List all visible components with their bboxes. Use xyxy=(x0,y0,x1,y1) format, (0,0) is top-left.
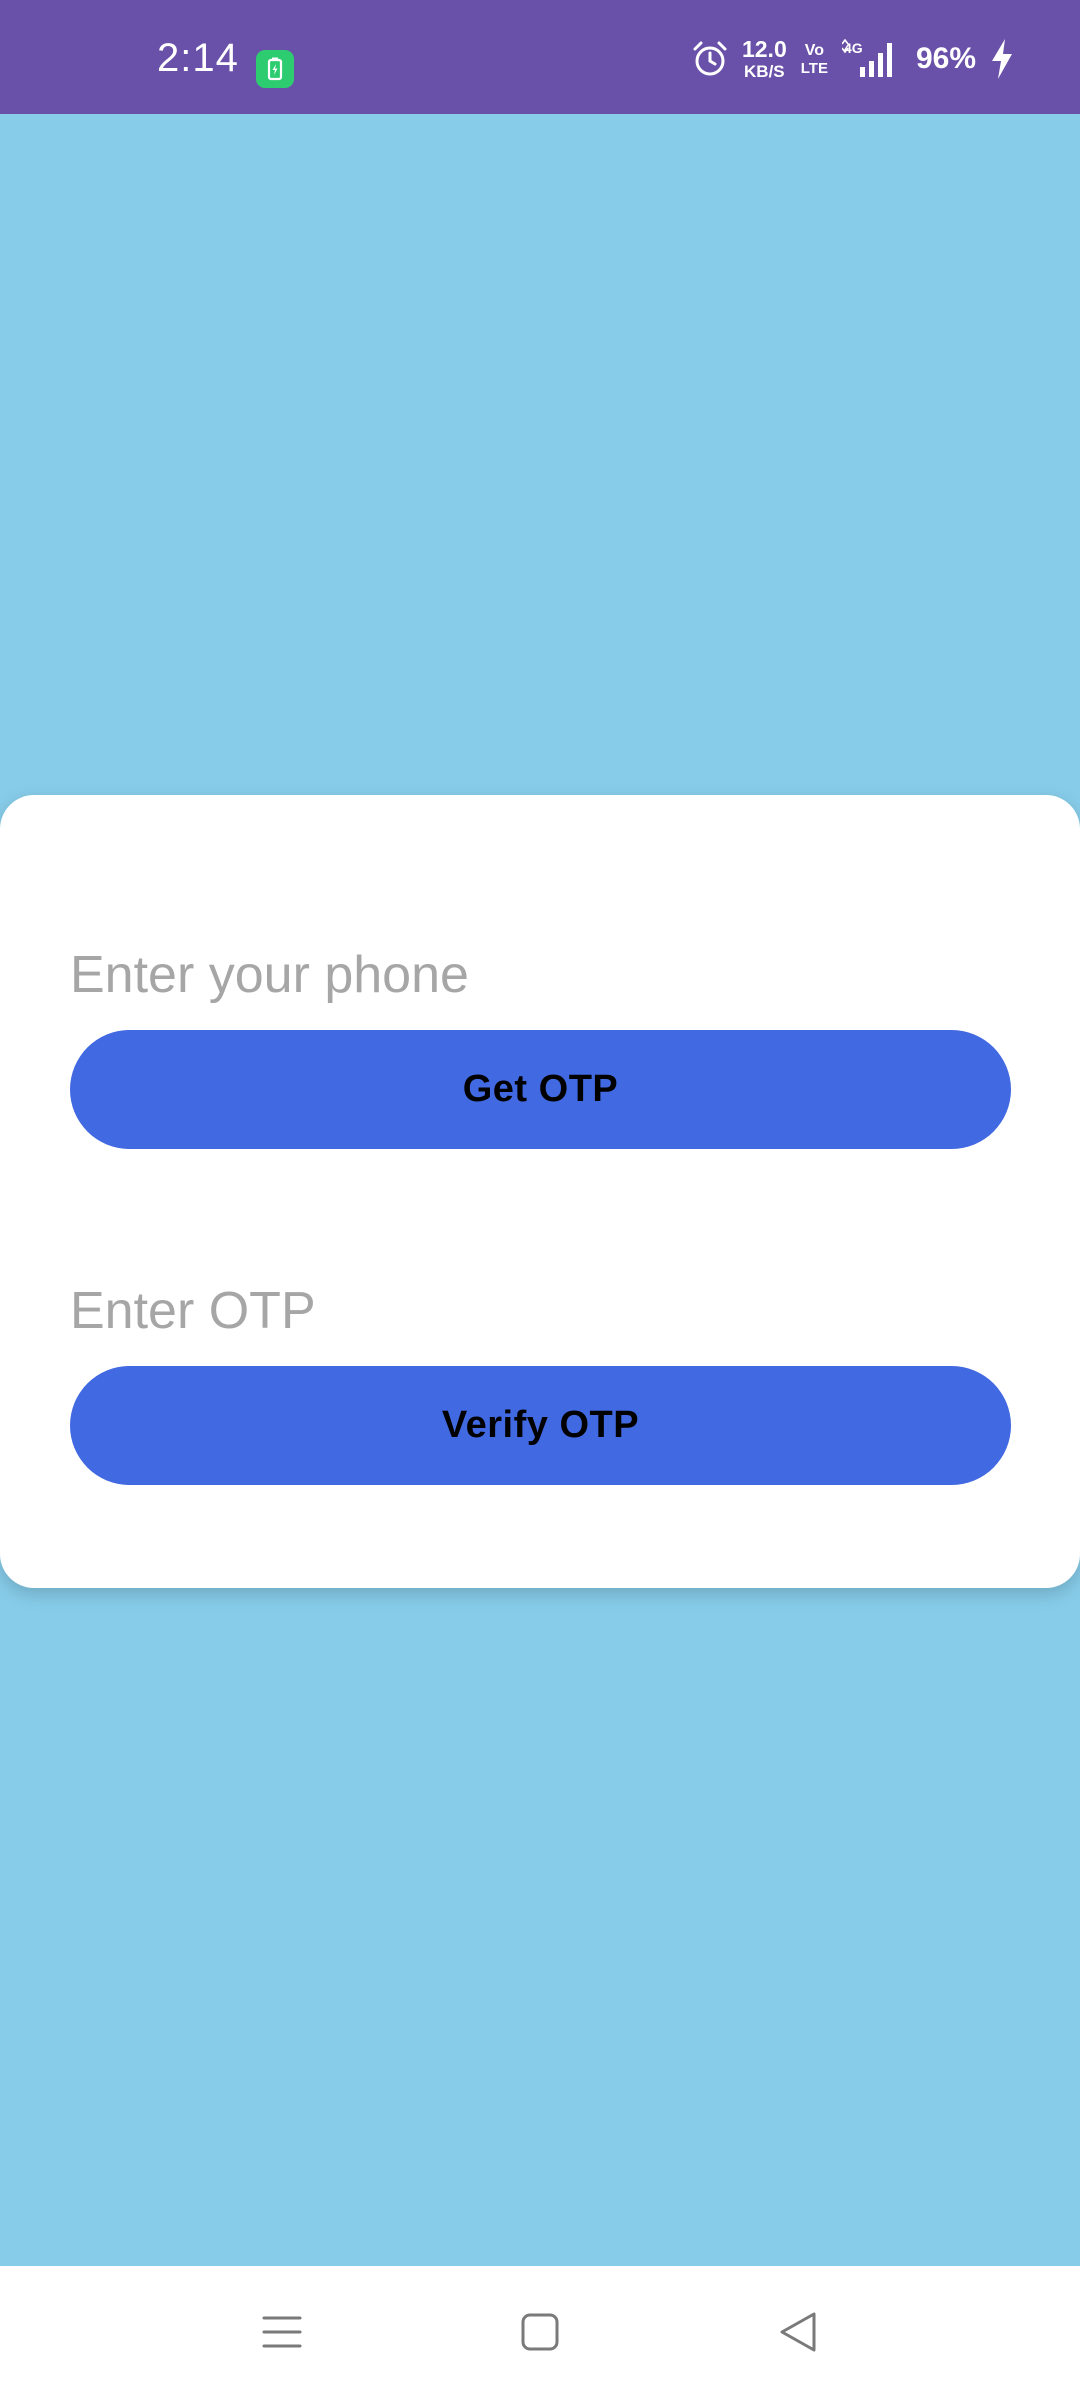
back-button[interactable] xyxy=(758,2296,838,2368)
status-icons: 12.0 KB/S Vo LTE 4G 96% xyxy=(692,34,1014,84)
navigation-bar xyxy=(0,2266,1080,2400)
phone-field[interactable] xyxy=(70,925,1010,1025)
network-speed-value: 12.0 xyxy=(741,36,787,62)
charging-bolt-icon xyxy=(992,39,1012,79)
menu-icon xyxy=(262,2316,302,2348)
home-button[interactable] xyxy=(500,2296,580,2368)
network-speed: 12.0 KB/S xyxy=(741,36,787,81)
volte-bottom: LTE xyxy=(800,59,828,77)
alarm-icon xyxy=(693,41,727,76)
home-icon xyxy=(521,2313,559,2351)
verify-otp-button[interactable]: Verify OTP xyxy=(70,1366,1011,1485)
volte-top: Vo xyxy=(804,41,824,59)
back-icon xyxy=(780,2312,816,2352)
volte-indicator: Vo LTE xyxy=(800,41,828,77)
otp-input[interactable] xyxy=(70,1281,1010,1341)
menu-button[interactable] xyxy=(242,2296,322,2368)
battery-saver-icon xyxy=(256,50,294,88)
otp-field[interactable] xyxy=(70,1261,1010,1361)
status-bar: 2:14 12.0 KB/S Vo LTE 4G 96% xyxy=(0,0,1080,114)
signal-icon: 4G xyxy=(841,39,892,77)
otp-card: Get OTP Verify OTP xyxy=(0,795,1080,1588)
status-time: 2:14 xyxy=(157,36,239,80)
battery-percentage: 96% xyxy=(915,42,976,75)
get-otp-button[interactable]: Get OTP xyxy=(70,1030,1011,1149)
network-speed-unit: KB/S xyxy=(744,62,785,81)
phone-input[interactable] xyxy=(70,945,1010,1005)
